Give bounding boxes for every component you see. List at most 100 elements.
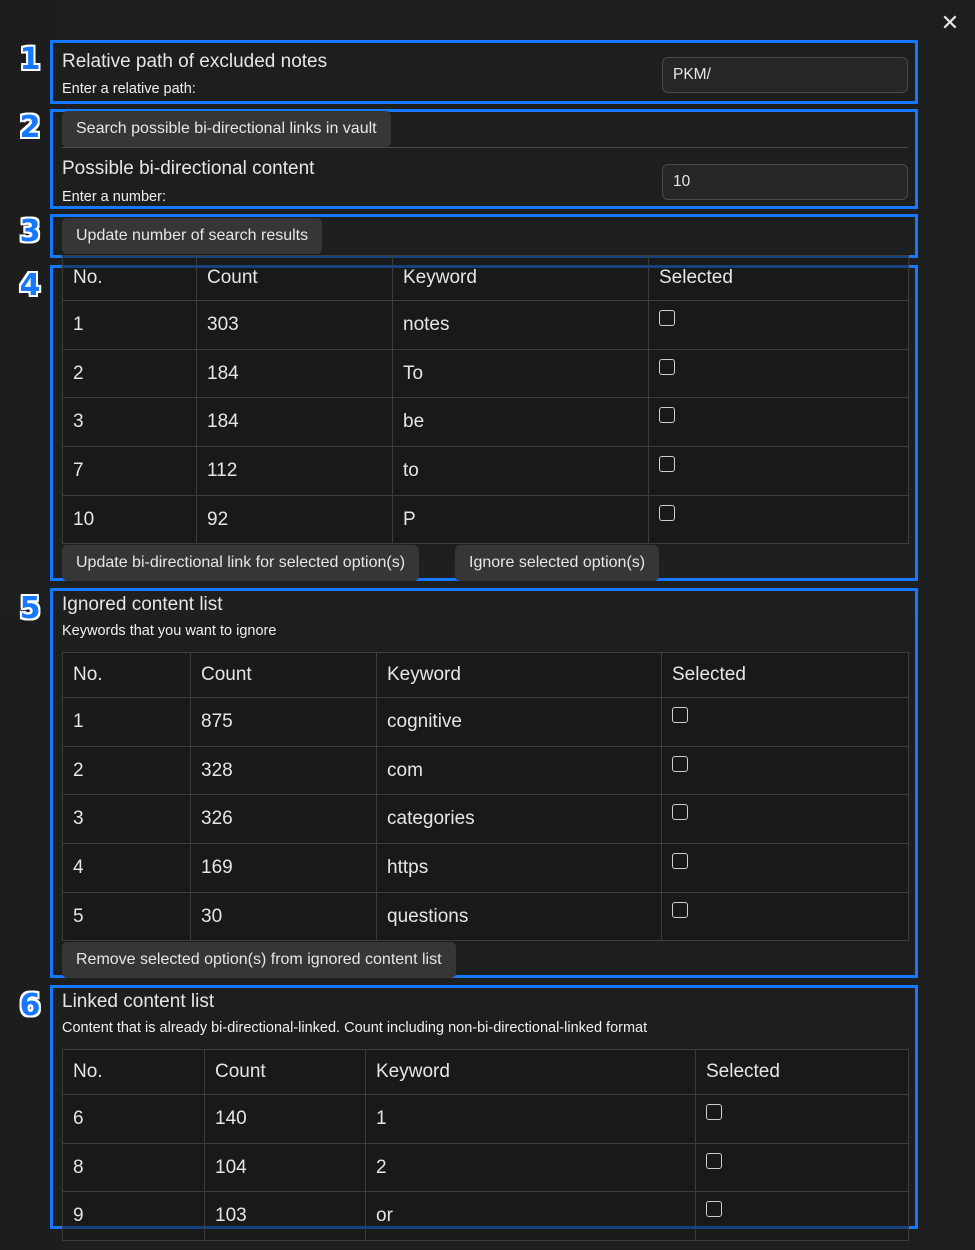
cell-keyword: P (392, 495, 649, 544)
cell-no: 1 (62, 300, 197, 350)
select-checkbox[interactable] (672, 755, 688, 772)
cell-no: 3 (62, 397, 197, 447)
cell-keyword: or (365, 1191, 696, 1241)
header-keyword: Keyword (365, 1049, 696, 1095)
select-checkbox[interactable] (672, 804, 688, 820)
linked-list-title: Linked content list (62, 991, 215, 1012)
cell-keyword: https (376, 843, 662, 893)
table-row: 8 104 2 (62, 1143, 909, 1192)
header-count: Count (196, 255, 393, 301)
select-checkbox[interactable] (672, 853, 688, 869)
header-no: No. (62, 652, 191, 698)
remove-ignored-button[interactable]: Remove selected option(s) from ignored c… (62, 942, 456, 978)
ignored-list-title: Ignored content list (62, 594, 223, 615)
table-row: 5 30 questions (62, 892, 909, 941)
cell-no: 8 (62, 1143, 205, 1192)
header-selected: Selected (661, 652, 909, 698)
possible-content-desc: Enter a number: (62, 189, 166, 205)
select-checkbox[interactable] (672, 707, 688, 723)
cell-keyword: com (376, 746, 662, 795)
cell-count: 169 (190, 843, 377, 893)
ignored-table: No. Count Keyword Selected 1 875 cogniti… (62, 652, 909, 941)
cell-count: 184 (196, 397, 393, 447)
table-row: 3 184 be (62, 397, 909, 447)
select-checkbox[interactable] (706, 1201, 722, 1217)
cell-no: 4 (62, 843, 191, 893)
table-row: 3 326 categories (62, 794, 909, 844)
cell-no: 5 (62, 892, 191, 941)
cell-no: 2 (62, 746, 191, 795)
annotation-number-3: 3 (19, 214, 41, 249)
table-row: 6 140 1 (62, 1094, 909, 1144)
cell-keyword: notes (392, 300, 649, 350)
possible-content-title: Possible bi-directional content (62, 158, 315, 179)
cell-keyword: To (392, 349, 649, 398)
cell-count: 303 (196, 300, 393, 350)
table-row: 2 184 To (62, 349, 909, 398)
table-header-row: No. Count Keyword Selected (62, 1049, 909, 1095)
select-checkbox[interactable] (659, 310, 675, 326)
cell-count: 104 (204, 1143, 366, 1192)
header-keyword: Keyword (376, 652, 662, 698)
excluded-notes-desc: Enter a relative path: (62, 81, 196, 97)
settings-modal: ✕ 1 Relative path of excluded notes Ente… (0, 0, 975, 1250)
ignored-list-desc: Keywords that you want to ignore (62, 623, 277, 639)
cell-no: 10 (62, 495, 197, 544)
cell-no: 3 (62, 794, 191, 844)
header-count: Count (190, 652, 377, 698)
linked-list-desc: Content that is already bi-directional-l… (62, 1020, 648, 1036)
select-checkbox[interactable] (659, 407, 675, 423)
cell-keyword: categories (376, 794, 662, 844)
annotation-number-4: 4 (19, 268, 41, 303)
cell-keyword: 2 (365, 1143, 696, 1192)
header-selected: Selected (648, 255, 909, 301)
table-row: 9 103 or (62, 1191, 909, 1241)
select-checkbox[interactable] (706, 1104, 722, 1120)
cell-count: 326 (190, 794, 377, 844)
section-divider (62, 147, 908, 148)
table-row: 2 328 com (62, 746, 909, 795)
cell-keyword: questions (376, 892, 662, 941)
table-header-row: No. Count Keyword Selected (62, 652, 909, 698)
header-keyword: Keyword (392, 255, 649, 301)
cell-count: 328 (190, 746, 377, 795)
excluded-path-input[interactable] (662, 57, 908, 93)
linked-table: No. Count Keyword Selected 6 140 1 8 104… (62, 1049, 909, 1241)
annotation-number-5: 5 (19, 591, 41, 626)
select-checkbox[interactable] (659, 504, 675, 521)
select-checkbox[interactable] (672, 901, 688, 918)
cell-count: 30 (190, 892, 377, 941)
update-search-results-button[interactable]: Update number of search results (62, 218, 323, 254)
cell-count: 184 (196, 349, 393, 398)
cell-keyword: cognitive (376, 697, 662, 747)
header-selected: Selected (695, 1049, 909, 1095)
cell-count: 875 (190, 697, 377, 747)
select-checkbox[interactable] (659, 358, 675, 375)
cell-keyword: to (392, 446, 649, 496)
result-count-input[interactable] (662, 164, 908, 200)
table-row: 1 303 notes (62, 300, 909, 350)
cell-no: 7 (62, 446, 197, 496)
table-row: 4 169 https (62, 843, 909, 893)
possible-links-table: No. Count Keyword Selected 1 303 notes 2… (62, 255, 909, 544)
cell-no: 6 (62, 1094, 205, 1144)
table-row: 7 112 to (62, 446, 909, 496)
cell-no: 2 (62, 349, 197, 398)
excluded-notes-title: Relative path of excluded notes (62, 51, 328, 72)
cell-no: 9 (62, 1191, 205, 1241)
cell-keyword: be (392, 397, 649, 447)
annotation-number-6: 6 (19, 988, 41, 1023)
cell-count: 112 (196, 446, 393, 496)
table-row: 1 875 cognitive (62, 697, 909, 747)
close-icon[interactable]: ✕ (937, 10, 963, 36)
table-header-row: No. Count Keyword Selected (62, 255, 909, 301)
cell-no: 1 (62, 697, 191, 747)
header-count: Count (204, 1049, 366, 1095)
ignore-selected-button[interactable]: Ignore selected option(s) (455, 545, 660, 581)
update-links-button[interactable]: Update bi-directional link for selected … (62, 545, 420, 581)
select-checkbox[interactable] (706, 1152, 722, 1169)
select-checkbox[interactable] (659, 456, 675, 472)
search-links-button[interactable]: Search possible bi-directional links in … (62, 111, 391, 147)
annotation-number-2: 2 (19, 110, 41, 145)
cell-count: 92 (196, 495, 393, 544)
